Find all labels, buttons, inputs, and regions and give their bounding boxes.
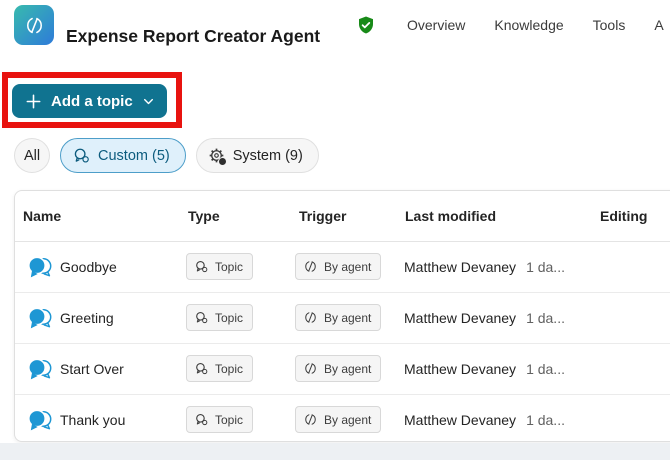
last-modified-cell: Matthew Devaney 1 da... xyxy=(404,293,565,343)
agent-logo-icon xyxy=(14,5,54,45)
chat-bubble-icon xyxy=(194,361,209,376)
type-badge: Topic xyxy=(186,304,253,331)
filter-system-label: System (9) xyxy=(233,148,303,164)
type-badge: Topic xyxy=(186,355,253,382)
column-header-name: Name xyxy=(23,191,61,241)
nav-tab-truncated[interactable]: A xyxy=(654,17,663,33)
column-header-modified: Last modified xyxy=(405,191,496,241)
agent-glyph-icon xyxy=(303,361,318,376)
trigger-badge: By agent xyxy=(295,355,381,382)
trigger-badge: By agent xyxy=(295,406,381,433)
app-header: Expense Report Creator Agent Overview Kn… xyxy=(0,0,670,50)
topics-table: Name Type Trigger Last modified Editing … xyxy=(14,190,670,442)
column-header-editing: Editing xyxy=(600,191,647,241)
page-title: Expense Report Creator Agent xyxy=(66,12,320,62)
column-header-type: Type xyxy=(188,191,220,241)
column-header-trigger: Trigger xyxy=(299,191,346,241)
type-badge-label: Topic xyxy=(215,311,243,325)
type-badge-label: Topic xyxy=(215,413,243,427)
table-row[interactable]: Thank you Topic xyxy=(15,394,670,445)
nav-tab-overview[interactable]: Overview xyxy=(407,17,465,33)
topic-bubble-icon xyxy=(27,356,53,382)
gear-badge-icon xyxy=(207,146,226,165)
top-nav: Overview Knowledge Tools A xyxy=(407,0,664,50)
trigger-badge-label: By agent xyxy=(324,362,371,376)
topic-name: Thank you xyxy=(60,395,125,445)
type-badge-label: Topic xyxy=(215,362,243,376)
table-header: Name Type Trigger Last modified Editing xyxy=(15,191,670,242)
trigger-badge-label: By agent xyxy=(324,311,371,325)
page: Expense Report Creator Agent Overview Kn… xyxy=(0,0,670,460)
topic-name: Greeting xyxy=(60,293,114,343)
topic-bubble-icon xyxy=(27,254,53,280)
trigger-badge: By agent xyxy=(295,304,381,331)
trigger-badge: By agent xyxy=(295,253,381,280)
last-modified-cell: Matthew Devaney 1 da... xyxy=(404,395,565,445)
type-badge-label: Topic xyxy=(215,260,243,274)
nav-tab-knowledge[interactable]: Knowledge xyxy=(494,17,563,33)
plus-icon xyxy=(25,93,42,110)
modified-by: Matthew Devaney xyxy=(404,310,516,326)
table-row[interactable]: Goodbye Topic B xyxy=(15,242,670,292)
page-background xyxy=(0,443,670,460)
chat-bubble-icon xyxy=(194,412,209,427)
topic-name: Start Over xyxy=(60,344,124,394)
agent-glyph-icon xyxy=(303,259,318,274)
filter-custom[interactable]: Custom (5) xyxy=(60,138,186,173)
add-topic-label: Add a topic xyxy=(51,93,133,110)
modified-at: 1 da... xyxy=(526,412,565,428)
filter-all-label: All xyxy=(24,148,40,164)
type-badge: Topic xyxy=(186,406,253,433)
filter-all[interactable]: All xyxy=(14,138,50,173)
table-row[interactable]: Start Over Topic xyxy=(15,343,670,394)
topic-filters: All Custom (5) System (9) xyxy=(14,138,319,173)
chat-bubble-icon xyxy=(194,310,209,325)
chat-bubbles-icon xyxy=(72,146,91,165)
topic-bubble-icon xyxy=(27,305,53,331)
trigger-badge-label: By agent xyxy=(324,413,371,427)
modified-at: 1 da... xyxy=(526,310,565,326)
add-topic-button[interactable]: Add a topic xyxy=(12,84,167,118)
modified-by: Matthew Devaney xyxy=(404,361,516,377)
modified-at: 1 da... xyxy=(526,361,565,377)
last-modified-cell: Matthew Devaney 1 da... xyxy=(404,242,565,292)
modified-by: Matthew Devaney xyxy=(404,412,516,428)
agent-glyph-icon xyxy=(303,310,318,325)
table-body: Goodbye Topic B xyxy=(15,242,670,445)
modified-at: 1 da... xyxy=(526,259,565,275)
agent-glyph-icon xyxy=(303,412,318,427)
nav-tab-tools[interactable]: Tools xyxy=(593,17,626,33)
topic-name: Goodbye xyxy=(60,242,117,292)
topic-bubble-icon xyxy=(27,407,53,433)
last-modified-cell: Matthew Devaney 1 da... xyxy=(404,344,565,394)
filter-custom-label: Custom (5) xyxy=(98,148,170,164)
chat-bubble-icon xyxy=(194,259,209,274)
table-row[interactable]: Greeting Topic xyxy=(15,292,670,343)
chevron-down-icon xyxy=(142,95,155,108)
type-badge: Topic xyxy=(186,253,253,280)
filter-system[interactable]: System (9) xyxy=(196,138,319,173)
modified-by: Matthew Devaney xyxy=(404,259,516,275)
verified-shield-icon xyxy=(356,15,376,35)
trigger-badge-label: By agent xyxy=(324,260,371,274)
